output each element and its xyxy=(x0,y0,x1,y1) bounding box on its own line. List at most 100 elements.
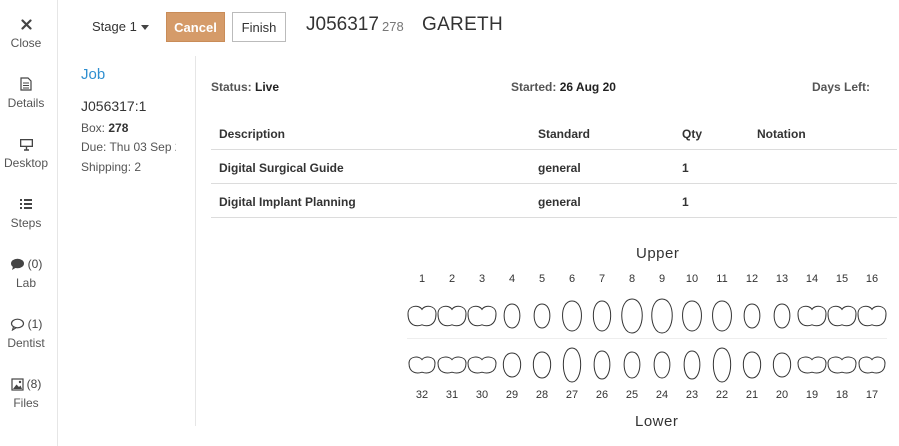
upper-tooth[interactable] xyxy=(646,296,678,336)
upper-tooth[interactable] xyxy=(856,296,888,336)
upper-tooth[interactable] xyxy=(616,296,648,336)
lower-tooth-number: 31 xyxy=(445,389,459,401)
lower-tooth-number: 27 xyxy=(565,389,579,401)
chat-bubble-filled-icon xyxy=(10,258,24,270)
dentist-nav-item[interactable]: (1) Dentist xyxy=(0,316,52,350)
upper-tooth[interactable] xyxy=(466,296,498,336)
job-panel: Job J056317:1 Box: 278 Due: Thu 03 Sep 2… xyxy=(58,56,196,426)
upper-tooth[interactable] xyxy=(826,296,858,336)
files-label: Files xyxy=(13,396,39,410)
column-header-notation: Notation xyxy=(757,127,806,141)
row-standard: general xyxy=(538,161,581,175)
upper-tooth[interactable] xyxy=(766,296,798,336)
upper-tooth-number: 6 xyxy=(568,273,576,285)
lower-tooth[interactable] xyxy=(586,345,618,385)
lab-nav-item[interactable]: (0) Lab xyxy=(0,256,52,290)
upper-tooth[interactable] xyxy=(496,296,528,336)
details-nav-item[interactable]: Details xyxy=(0,76,52,110)
list-icon xyxy=(20,199,32,209)
column-header-qty: Qty xyxy=(682,127,703,141)
job-id-heading: J056317 xyxy=(306,14,379,35)
lower-tooth-number: 29 xyxy=(505,389,519,401)
chevron-down-icon xyxy=(140,24,149,30)
lower-tooth[interactable] xyxy=(556,345,588,385)
lower-tooth[interactable] xyxy=(706,345,738,385)
column-header-standard: Standard xyxy=(538,127,591,141)
upper-tooth-number: 2 xyxy=(448,273,456,285)
lower-tooth[interactable] xyxy=(436,345,468,385)
lower-tooth-number: 17 xyxy=(865,389,879,401)
desktop-nav-item[interactable]: Desktop xyxy=(0,136,52,170)
job-shipping: Shipping: 2 xyxy=(81,160,142,174)
upper-tooth-number: 11 xyxy=(716,273,728,285)
upper-tooth-number: 16 xyxy=(865,273,879,285)
items-table: Description Standard Qty Notation Digita… xyxy=(211,116,897,218)
lower-tooth[interactable] xyxy=(616,345,648,385)
job-panel-title[interactable]: Job xyxy=(81,66,105,83)
files-nav-item[interactable]: (8) Files xyxy=(0,376,52,410)
lower-tooth[interactable] xyxy=(466,345,498,385)
lower-tooth-number: 18 xyxy=(835,389,849,401)
stage-label: Stage 1 xyxy=(92,19,137,34)
row-description: Digital Surgical Guide xyxy=(219,161,344,175)
job-number: J056317:1 xyxy=(81,98,147,114)
monitor-icon xyxy=(19,138,33,151)
lower-tooth[interactable] xyxy=(676,345,708,385)
upper-tooth[interactable] xyxy=(706,296,738,336)
lower-tooth[interactable] xyxy=(406,345,438,385)
lower-tooth-number: 19 xyxy=(805,389,819,401)
upper-tooth-number: 5 xyxy=(538,273,546,285)
lower-tooth-number: 25 xyxy=(625,389,639,401)
lower-tooth-number: 32 xyxy=(415,389,429,401)
upper-tooth[interactable] xyxy=(406,296,438,336)
job-box-number: 278 xyxy=(382,19,404,34)
days-left-field: Days Left: xyxy=(812,80,870,94)
dentist-label: Dentist xyxy=(7,336,45,350)
lower-tooth[interactable] xyxy=(796,345,828,385)
upper-tooth[interactable] xyxy=(436,296,468,336)
days-left-label: Days Left: xyxy=(812,80,871,94)
details-label: Details xyxy=(7,96,45,110)
lower-tooth[interactable] xyxy=(646,345,678,385)
lower-tooth[interactable] xyxy=(736,345,768,385)
upper-tooth[interactable] xyxy=(586,296,618,336)
table-row[interactable]: Digital Implant Planning general 1 xyxy=(211,184,897,218)
finish-button[interactable]: Finish xyxy=(232,12,286,42)
close-nav-item[interactable]: Close xyxy=(0,16,52,50)
upper-tooth[interactable] xyxy=(526,296,558,336)
upper-tooth[interactable] xyxy=(736,296,768,336)
stage-dropdown[interactable]: Stage 1 xyxy=(92,19,149,34)
lower-tooth[interactable] xyxy=(496,345,528,385)
started-value: 26 Aug 20 xyxy=(559,80,616,94)
steps-nav-item[interactable]: Steps xyxy=(0,196,52,230)
lower-tooth-number: 22 xyxy=(715,389,729,401)
lower-tooth[interactable] xyxy=(856,345,888,385)
job-box-value: 278 xyxy=(108,121,129,135)
close-label: Close xyxy=(10,36,42,50)
upper-arch-label: Upper xyxy=(636,245,680,262)
table-row[interactable]: Digital Surgical Guide general 1 xyxy=(211,150,897,184)
cancel-button[interactable]: Cancel xyxy=(166,12,225,42)
upper-tooth[interactable] xyxy=(676,296,708,336)
upper-tooth-number: 15 xyxy=(835,273,849,285)
document-icon xyxy=(20,77,32,91)
chat-bubble-outline-icon xyxy=(10,318,24,331)
lower-tooth[interactable] xyxy=(526,345,558,385)
upper-tooth[interactable] xyxy=(796,296,828,336)
dentist-count: (1) xyxy=(27,317,43,331)
lower-tooth[interactable] xyxy=(766,345,798,385)
patient-name: GARETH xyxy=(422,14,503,35)
lower-tooth[interactable] xyxy=(826,345,858,385)
desktop-label: Desktop xyxy=(3,156,49,170)
column-header-description: Description xyxy=(219,127,286,141)
lower-tooth-number: 26 xyxy=(595,389,609,401)
status-label: Status: xyxy=(211,80,252,94)
upper-tooth-number: 9 xyxy=(658,273,666,285)
row-standard: general xyxy=(538,195,581,209)
lower-tooth-number: 20 xyxy=(775,389,789,401)
job-box: Box: 278 xyxy=(81,121,176,135)
lower-tooth-number: 30 xyxy=(475,389,489,401)
row-qty: 1 xyxy=(682,161,689,175)
upper-tooth[interactable] xyxy=(556,296,588,336)
arch-divider xyxy=(407,338,887,339)
